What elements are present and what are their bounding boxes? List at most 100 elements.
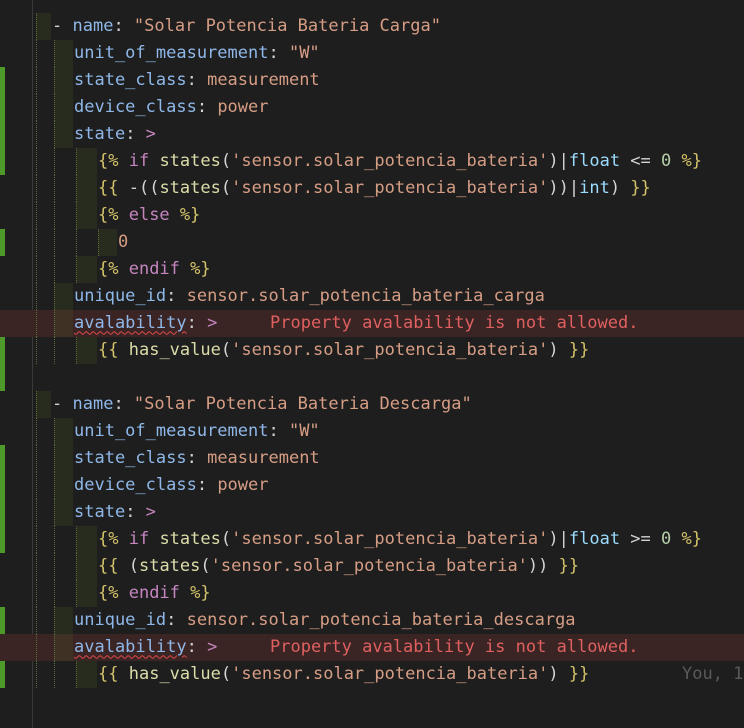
code-token: > [145,123,156,144]
indent-guide [76,147,97,175]
indent-guide [36,255,53,283]
code-line[interactable]: state: > [0,120,744,148]
indent-guide [54,660,75,688]
code-token: name [72,15,114,36]
code-token: {{ [98,555,119,576]
code-line[interactable]: - name: "Solar Potencia Bateria Carga" [0,12,744,40]
indent-guide [54,66,73,94]
code-line[interactable]: {% endif %} [0,579,744,607]
code-token: "Solar Potencia Bateria Carga" [133,15,441,36]
indent-guide [36,471,53,499]
code-token: 'sensor.solar_potencia_bateria' [231,528,549,549]
code-line[interactable]: device_class: power [0,93,744,121]
code-line[interactable]: {% if states('sensor.solar_potencia_bate… [0,525,744,553]
code-line[interactable]: device_class: power [0,471,744,499]
code-token: -(( [118,177,160,198]
indent-guide [36,579,53,607]
git-change-marker[interactable] [0,336,5,364]
code-token: measurement [207,69,320,90]
code-token: %} [190,258,211,279]
git-change-marker[interactable] [0,660,5,688]
inline-error-message: Property avalability is not allowed. [270,312,639,333]
code-line[interactable]: unique_id: sensor.solar_potencia_bateria… [0,606,744,634]
indent-guide [54,147,75,175]
indent-guide [36,93,53,121]
code-token: : [166,285,187,306]
code-token: <= [620,150,662,171]
code-line[interactable]: state: > [0,498,744,526]
git-change-marker[interactable] [0,147,5,175]
git-change-marker[interactable] [0,93,5,121]
code-token: > [145,501,156,522]
git-change-marker[interactable] [0,606,5,634]
git-change-marker[interactable] [0,363,5,391]
code-line[interactable]: - name: "Solar Potencia Bateria Descarga… [0,390,744,418]
code-line[interactable]: state_class: measurement [0,444,744,472]
indent-guide [76,525,97,553]
indent-guide [76,579,97,607]
code-token: )| [548,528,569,549]
code-line[interactable] [0,363,744,391]
code-token: has_value [128,663,221,684]
code-line[interactable]: {{ (states('sensor.solar_potencia_bateri… [0,552,744,580]
code-text: {% if states('sensor.solar_potencia_bate… [98,148,702,175]
indent-guide [54,120,73,148]
code-text: state: > [74,499,156,526]
indent-guide [76,174,97,202]
code-editor[interactable]: - name: "Solar Potencia Bateria Carga" un… [0,0,744,728]
indent-guide [54,39,73,67]
code-line[interactable]: unique_id: sensor.solar_potencia_bateria… [0,282,744,310]
code-token: else [118,204,180,225]
code-token: }} [558,555,580,576]
code-line[interactable]: 0 [0,228,744,256]
code-token: : [113,393,134,414]
git-change-marker[interactable] [0,66,5,94]
code-line[interactable]: {{ has_value('sensor.solar_potencia_bate… [0,660,744,688]
git-change-marker[interactable] [0,498,5,526]
code-token: : [196,96,218,117]
code-line[interactable]: avalability: > Property avalability is no… [0,309,744,337]
code-token: : [186,69,208,90]
code-token: endif [118,582,191,603]
code-text: unique_id: sensor.solar_potencia_bateria… [74,607,576,634]
code-token: }} [568,339,590,360]
code-token: ( [220,150,232,171]
code-token: : [113,15,134,36]
code-token: {{ [98,663,119,684]
code-line[interactable]: avalability: > Property avalability is no… [0,633,744,661]
code-token: "Solar Potencia Bateria Descarga" [133,393,472,414]
git-change-marker[interactable] [0,525,5,553]
indent-guide [36,660,53,688]
code-token: states [159,528,221,549]
git-change-marker[interactable] [0,228,5,256]
code-line[interactable]: unit_of_measurement: "W" [0,417,744,445]
git-change-marker[interactable] [0,471,5,499]
code-line[interactable]: {{ -((states('sensor.solar_potencia_bate… [0,174,744,202]
code-line[interactable]: {% endif %} [0,255,744,283]
error-token: avalability [74,636,187,657]
code-text: {{ has_value('sensor.solar_potencia_bate… [98,661,589,688]
indent-guide [54,255,75,283]
git-change-marker[interactable] [0,444,5,472]
code-token: "W" [288,420,320,441]
code-line[interactable]: {% if states('sensor.solar_potencia_bate… [0,147,744,175]
code-text: state: > [74,121,156,148]
code-token: sensor.solar_potencia_bateria_descarga [186,609,576,630]
code-token: %} [671,150,702,171]
code-text: 0 [118,229,128,256]
git-change-marker[interactable] [0,120,5,148]
code-line[interactable]: {{ has_value('sensor.solar_potencia_bate… [0,336,744,364]
code-token: state [74,123,126,144]
indent-guide [36,552,53,580]
code-line[interactable]: state_class: measurement [0,66,744,94]
code-line[interactable]: {% else %} [0,201,744,229]
indent-guide [76,336,97,364]
code-text: state_class: measurement [74,445,320,472]
indent-guide [54,606,73,634]
code-token: 'sensor.solar_potencia_bateria' [231,150,549,171]
code-line[interactable]: unit_of_measurement: "W" [0,39,744,67]
code-token: "W" [288,42,320,63]
code-token: device_class [74,96,197,117]
code-token: if [118,150,160,171]
code-token: ( [118,555,139,576]
